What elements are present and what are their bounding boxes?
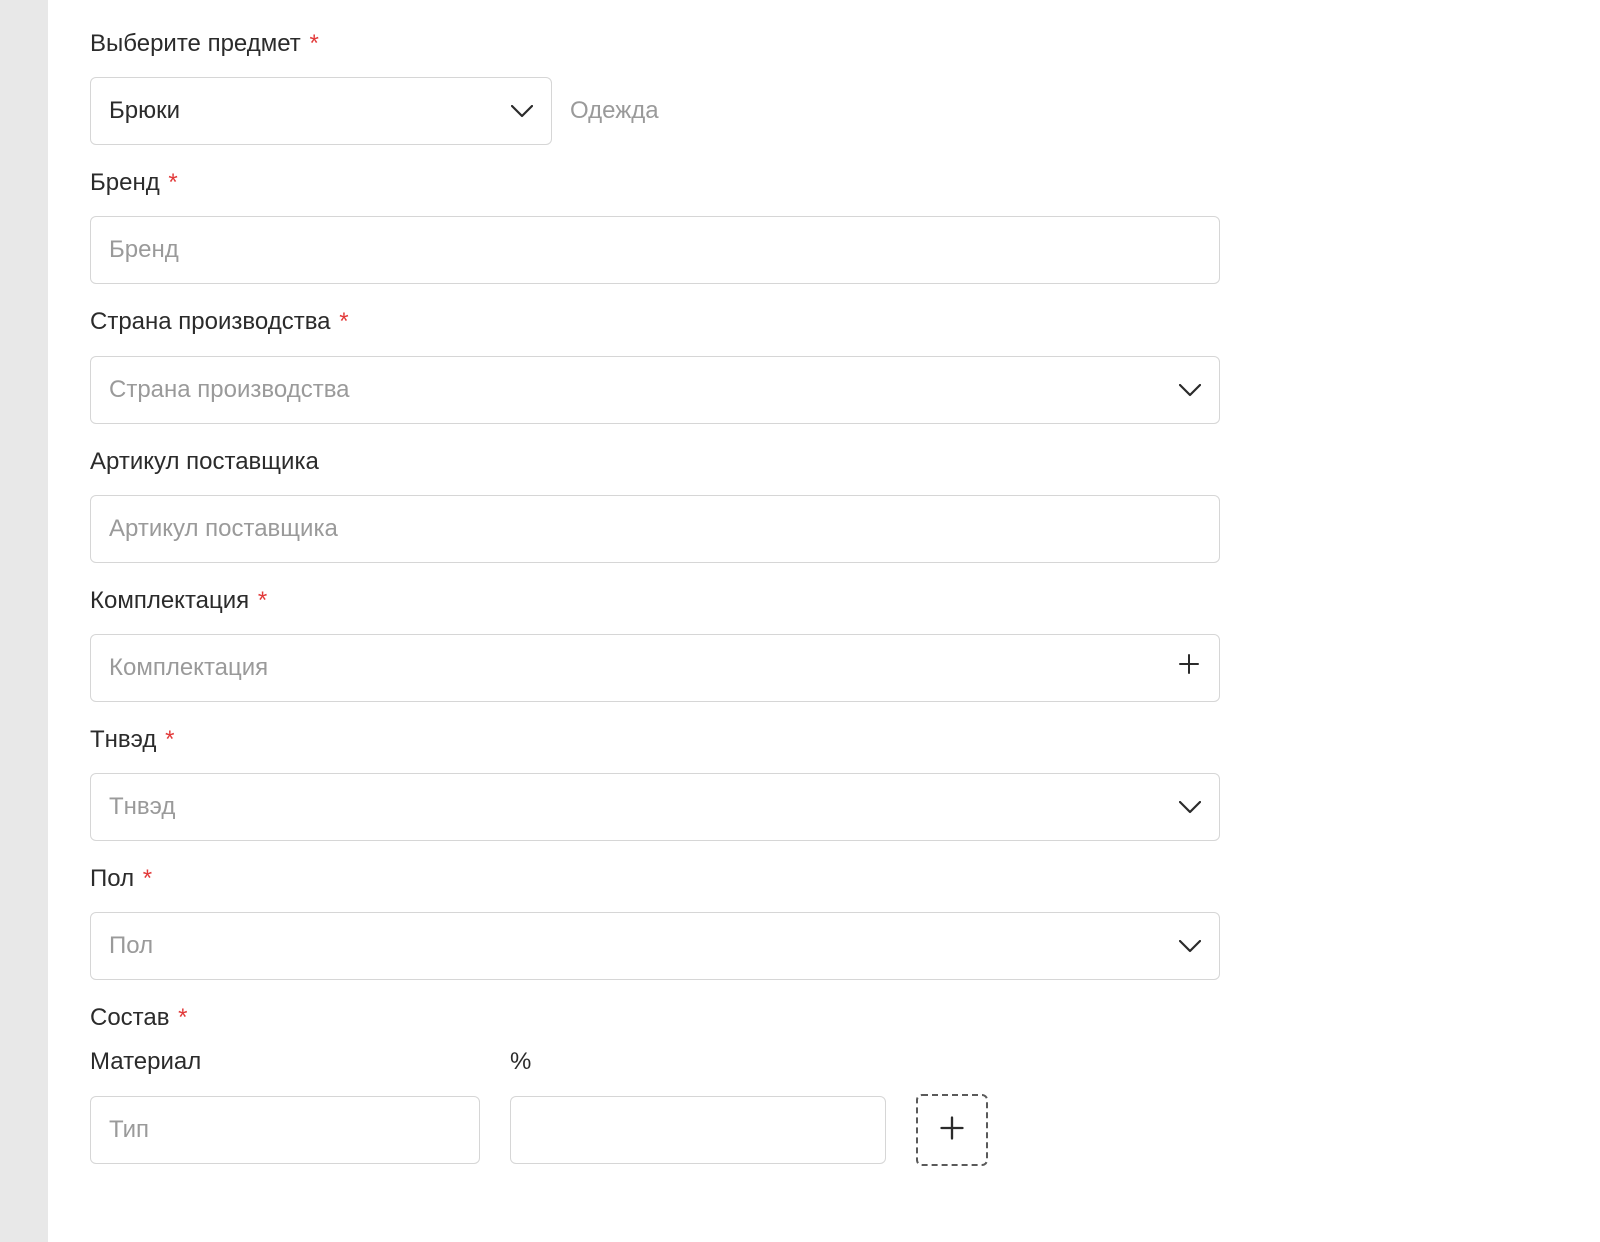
plus-icon — [1177, 652, 1201, 683]
supplier-sku-input[interactable] — [90, 495, 1220, 563]
composition-group: Состав * Материал % — [90, 1002, 1558, 1165]
subject-value: Брюки — [109, 97, 180, 125]
composition-row — [90, 1094, 1558, 1166]
subject-row: Брюки Одежда — [90, 77, 1558, 145]
tnved-placeholder: Тнвэд — [109, 793, 175, 821]
required-asterisk: * — [168, 169, 177, 196]
tnved-select[interactable]: Тнвэд — [90, 773, 1220, 841]
gender-placeholder: Пол — [109, 932, 153, 960]
add-composition-button[interactable] — [916, 1094, 988, 1166]
gender-group: Пол * Пол — [90, 863, 1558, 980]
composition-label: Состав * — [90, 1002, 1558, 1033]
subject-label: Выберите предмет * — [90, 28, 1558, 59]
chevron-down-icon — [511, 97, 533, 125]
required-asterisk: * — [339, 308, 348, 335]
tnved-group: Тнвэд * Тнвэд — [90, 724, 1558, 841]
brand-label-text: Бренд — [90, 169, 160, 196]
composition-header: Материал % — [90, 1048, 1558, 1094]
material-input[interactable] — [90, 1096, 480, 1164]
brand-label: Бренд * — [90, 167, 1558, 198]
kit-select[interactable]: Комплектация — [90, 634, 1220, 702]
subject-select[interactable]: Брюки — [90, 77, 552, 145]
gender-label-text: Пол — [90, 865, 134, 892]
supplier-sku-label-text: Артикул поставщика — [90, 448, 319, 475]
percent-column-label: % — [510, 1048, 886, 1076]
supplier-sku-group: Артикул поставщика — [90, 446, 1558, 563]
kit-group: Комплектация * Комплектация — [90, 585, 1558, 702]
country-label-text: Страна производства — [90, 308, 331, 335]
tnved-label-text: Тнвэд — [90, 726, 156, 753]
gender-select[interactable]: Пол — [90, 912, 1220, 980]
brand-input[interactable] — [90, 216, 1220, 284]
kit-placeholder: Комплектация — [109, 654, 268, 682]
composition-label-text: Состав — [90, 1004, 170, 1031]
kit-label: Комплектация * — [90, 585, 1558, 616]
form-container: Выберите предмет * Брюки Одежда Бренд * … — [48, 0, 1600, 1242]
required-asterisk: * — [178, 1004, 187, 1031]
required-asterisk: * — [165, 726, 174, 753]
country-select[interactable]: Страна производства — [90, 356, 1220, 424]
required-asterisk: * — [309, 30, 318, 57]
subject-label-text: Выберите предмет — [90, 30, 301, 57]
plus-icon — [938, 1114, 966, 1145]
required-asterisk: * — [143, 865, 152, 892]
chevron-down-icon — [1179, 376, 1201, 404]
kit-label-text: Комплектация — [90, 587, 249, 614]
percent-input[interactable] — [510, 1096, 886, 1164]
country-label: Страна производства * — [90, 306, 1558, 337]
country-placeholder: Страна производства — [109, 376, 350, 404]
chevron-down-icon — [1179, 932, 1201, 960]
material-column-label: Материал — [90, 1048, 480, 1076]
subject-category: Одежда — [564, 97, 659, 125]
brand-group: Бренд * — [90, 167, 1558, 284]
tnved-label: Тнвэд * — [90, 724, 1558, 755]
gender-label: Пол * — [90, 863, 1558, 894]
chevron-down-icon — [1179, 793, 1201, 821]
country-group: Страна производства * Страна производств… — [90, 306, 1558, 423]
supplier-sku-label: Артикул поставщика — [90, 446, 1558, 477]
required-asterisk: * — [258, 587, 267, 614]
subject-group: Выберите предмет * Брюки Одежда — [90, 28, 1558, 145]
